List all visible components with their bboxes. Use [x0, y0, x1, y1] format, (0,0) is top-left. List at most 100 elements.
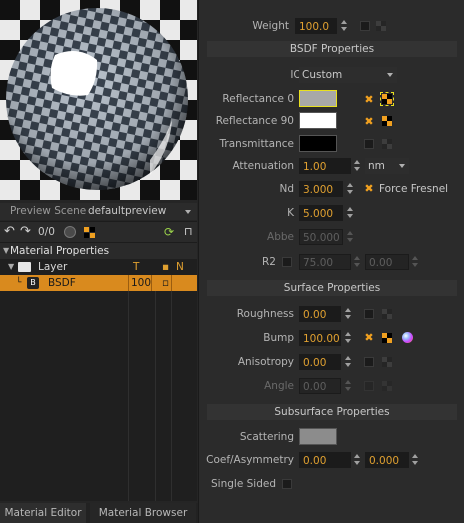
bsdf-t-value[interactable]: 100 [128, 275, 152, 291]
normal-map-sphere-icon[interactable] [402, 332, 413, 343]
tree-row-bsdf[interactable]: └ B BSDF 100 ▫ [0, 275, 197, 291]
angle-label: Angle [264, 380, 294, 392]
bump-label: Bump [263, 332, 294, 344]
r2-input-a: 75.00 [299, 254, 351, 270]
bump-texture-map-icon[interactable] [382, 333, 392, 343]
r2-input-b: 0.00 [365, 254, 409, 270]
attenuation-unit-value: nm [368, 160, 385, 172]
single-sided-label: Single Sided [211, 478, 276, 490]
layer-label: Layer [38, 261, 68, 273]
abbe-input: 50.000 [299, 229, 343, 245]
asymmetry-input[interactable]: 0.000 [365, 452, 409, 468]
reflectance90-color-swatch[interactable] [299, 112, 337, 129]
preview-render [0, 0, 197, 200]
reflectance0-texture-map-icon[interactable] [380, 92, 394, 106]
roughness-texture-map-icon[interactable] [382, 309, 392, 319]
anisotropy-input[interactable]: 0.00 [299, 354, 341, 370]
weight-input[interactable]: 100.0 [295, 18, 337, 34]
editor-tab-bar: Material Editor Material Browser [0, 503, 198, 523]
preview-scene-dropdown[interactable]: defaultpreview [88, 203, 196, 220]
bsdf-badge: B [27, 277, 39, 289]
surface-properties-header[interactable]: Surface Properties [207, 280, 457, 296]
reflectance0-label: Reflectance 0 [222, 93, 294, 105]
attenuation-spinner[interactable] [353, 158, 362, 174]
roughness-map-checkbox[interactable] [364, 309, 374, 319]
nd-input[interactable]: 3.000 [299, 181, 343, 197]
texture-map-icon[interactable] [84, 227, 95, 238]
bump-input[interactable]: 100.00 [299, 330, 341, 346]
undo-icon[interactable]: ↶ [4, 224, 15, 239]
material-properties-pane: Weight 100.0 BSDF Properties IOR Custom … [198, 0, 464, 523]
collapse-triangle-icon[interactable]: ▼ [3, 243, 9, 259]
ior-label: IOR [199, 67, 309, 83]
r2-checkbox[interactable] [282, 257, 292, 267]
transmittance-map-checkbox[interactable] [364, 139, 374, 149]
anisotropy-map-checkbox[interactable] [364, 357, 374, 367]
lock-icon[interactable]: ⊓ [184, 225, 193, 238]
preview-scene-value: defaultpreview [88, 205, 167, 217]
ior-dropdown[interactable]: Custom [299, 67, 397, 83]
coef-asymmetry-label: Coef/Asymmetry [206, 454, 294, 466]
weight-label: Weight [252, 20, 289, 32]
asymmetry-spinner[interactable] [411, 452, 420, 468]
refresh-icon[interactable]: ⟳ [164, 225, 174, 239]
reflectance90-texture-map-icon[interactable] [382, 116, 392, 126]
k-input[interactable]: 5.000 [299, 205, 343, 221]
weight-texture-map-icon[interactable] [376, 21, 386, 31]
tree-root-label: Material Properties [10, 245, 110, 257]
attenuation-unit-dropdown[interactable]: nm [365, 158, 409, 174]
close-icon[interactable]: ✖ [364, 116, 374, 127]
reflectance90-label: Reflectance 90 [215, 115, 294, 127]
collapse-triangle-icon[interactable]: ▼ [8, 259, 14, 275]
column-divider [171, 275, 172, 291]
bump-spinner[interactable] [344, 330, 353, 346]
roughness-spinner[interactable] [344, 306, 353, 322]
column-divider [171, 291, 172, 501]
tree-header-row[interactable]: ▼ Material Properties [0, 243, 197, 259]
k-spinner[interactable] [346, 205, 355, 221]
anisotropy-texture-map-icon[interactable] [382, 357, 392, 367]
angle-spinner [344, 378, 353, 394]
roughness-input[interactable]: 0.00 [299, 306, 341, 322]
bsdf-dot-toggle[interactable]: ▫ [162, 275, 169, 291]
close-icon[interactable]: ✖ [364, 94, 374, 105]
material-sphere-icon[interactable] [64, 226, 76, 238]
transmittance-texture-map-icon[interactable] [382, 139, 392, 149]
nd-spinner[interactable] [346, 181, 355, 197]
subsurface-properties-header[interactable]: Subsurface Properties [207, 404, 457, 420]
tab-material-editor[interactable]: Material Editor [0, 503, 86, 523]
anisotropy-spinner[interactable] [344, 354, 353, 370]
weight-spinner[interactable] [340, 18, 349, 34]
coef-spinner[interactable] [353, 452, 362, 468]
anisotropy-label: Anisotropy [237, 356, 294, 368]
single-sided-checkbox[interactable] [282, 479, 292, 489]
abbe-spinner [346, 229, 355, 245]
coef-input[interactable]: 0.00 [299, 452, 351, 468]
chevron-down-icon [399, 164, 405, 168]
tree-row-layer[interactable]: ▼ Layer T ▪ N [0, 259, 197, 275]
transmittance-label: Transmittance [219, 138, 294, 150]
tab-material-browser[interactable]: Material Browser [90, 503, 196, 523]
attenuation-label: Attenuation [232, 160, 294, 172]
chevron-down-icon [185, 210, 191, 214]
weight-map-checkbox[interactable] [360, 21, 370, 31]
scattering-label: Scattering [239, 431, 294, 443]
r2-spinner-b [411, 254, 420, 270]
history-counter: 0/0 [38, 226, 55, 238]
roughness-label: Roughness [236, 308, 294, 320]
material-preview-viewport[interactable] [0, 0, 197, 200]
bsdf-properties-header[interactable]: BSDF Properties [207, 41, 457, 57]
attenuation-input[interactable]: 1.00 [299, 158, 351, 174]
tree-toolbar: ↶ ↷ 0/0 ⟳ ⊓ [0, 221, 197, 243]
reflectance0-color-swatch[interactable] [299, 90, 337, 107]
scattering-color-swatch[interactable] [299, 428, 337, 445]
transmittance-color-swatch[interactable] [299, 135, 337, 152]
tree-branch-icon: └ [16, 278, 22, 288]
folder-icon [18, 262, 31, 272]
close-icon[interactable]: ✖ [364, 183, 374, 194]
force-fresnel-label[interactable]: Force Fresnel [379, 181, 448, 197]
close-icon[interactable]: ✖ [364, 332, 374, 343]
column-n-header: N [176, 261, 184, 273]
redo-icon[interactable]: ↷ [20, 224, 31, 239]
preview-scene-row: Preview Scene defaultpreview [0, 203, 197, 220]
